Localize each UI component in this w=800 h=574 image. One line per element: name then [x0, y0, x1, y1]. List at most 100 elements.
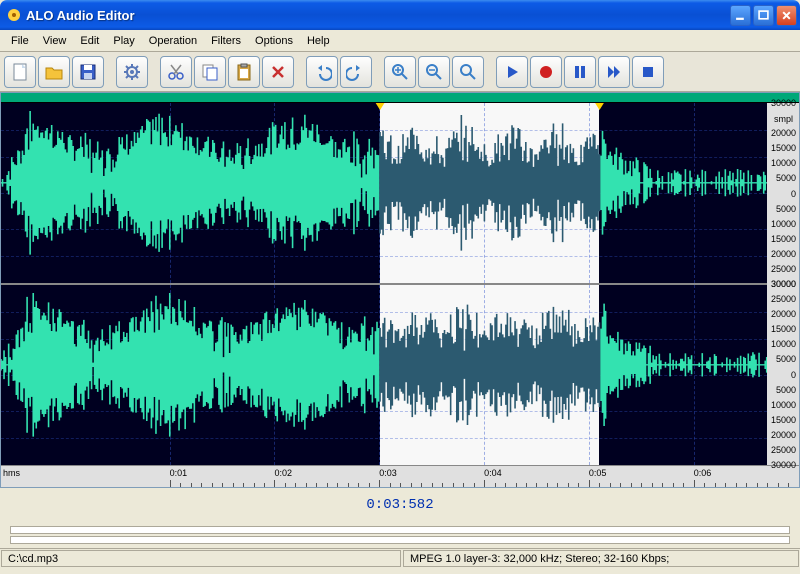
minimize-button[interactable] — [730, 5, 751, 26]
menu-file[interactable]: File — [4, 33, 36, 49]
pause-icon — [570, 62, 590, 82]
save-button[interactable] — [72, 56, 104, 88]
copy-button[interactable] — [194, 56, 226, 88]
status-file: C:\cd.mp3 — [1, 550, 401, 567]
amp-tick: 5000 — [776, 173, 796, 183]
channel-left[interactable] — [1, 103, 799, 285]
selection-handle-right[interactable] — [595, 103, 605, 110]
time-unit-label: hms — [3, 468, 20, 478]
playhead-position: 0:03:582 — [366, 497, 433, 513]
amp-tick: 30000 — [771, 98, 796, 108]
cut-icon — [166, 62, 186, 82]
amplitude-unit-label: smpl — [770, 113, 797, 125]
amp-tick: 15000 — [771, 415, 796, 425]
close-button[interactable] — [776, 5, 797, 26]
time-tick: 0:02 — [274, 468, 292, 478]
amp-tick: 0 — [791, 370, 796, 380]
selection-handle-left[interactable] — [375, 103, 385, 110]
stop-button[interactable] — [632, 56, 664, 88]
amp-tick: 20000 — [771, 249, 796, 259]
play-button[interactable] — [496, 56, 528, 88]
amp-tick: 10000 — [771, 158, 796, 168]
pause-button[interactable] — [564, 56, 596, 88]
save-icon — [78, 62, 98, 82]
zoom-in-button[interactable] — [384, 56, 416, 88]
channel-right[interactable] — [1, 285, 799, 465]
fwd-button[interactable] — [598, 56, 630, 88]
menu-options[interactable]: Options — [248, 33, 300, 49]
position-display: 0:03:582 — [0, 488, 800, 522]
amp-tick: 30000 — [771, 279, 796, 289]
zoom-in-icon — [390, 62, 410, 82]
new-button[interactable] — [4, 56, 36, 88]
delete-button[interactable] — [262, 56, 294, 88]
zoom-fit-icon — [458, 62, 478, 82]
amp-tick: 30000 — [771, 460, 796, 470]
app-icon — [6, 7, 22, 23]
time-tick: 0:05 — [589, 468, 607, 478]
statusbar: C:\cd.mp3 MPEG 1.0 layer-3: 32,000 kHz; … — [0, 548, 800, 568]
menu-filters[interactable]: Filters — [204, 33, 248, 49]
open-icon — [44, 62, 64, 82]
play-icon — [502, 62, 522, 82]
amp-tick: 25000 — [771, 445, 796, 455]
menu-operation[interactable]: Operation — [142, 33, 204, 49]
fwd-icon — [604, 62, 624, 82]
amp-tick: 25000 — [771, 294, 796, 304]
amp-tick: 5000 — [776, 385, 796, 395]
record-icon — [536, 62, 556, 82]
paste-icon — [234, 62, 254, 82]
zoom-out-icon — [424, 62, 444, 82]
maximize-button[interactable] — [753, 5, 774, 26]
slider-area — [0, 522, 800, 548]
cut-button[interactable] — [160, 56, 192, 88]
paste-button[interactable] — [228, 56, 260, 88]
record-button[interactable] — [530, 56, 562, 88]
scroll-slider[interactable] — [10, 526, 790, 534]
settings-icon — [122, 62, 142, 82]
zoom-fit-button[interactable] — [452, 56, 484, 88]
toolbar — [0, 52, 800, 92]
amp-tick: 15000 — [771, 143, 796, 153]
new-icon — [10, 62, 30, 82]
overview-strip[interactable] — [1, 93, 799, 103]
titlebar: ALO Audio Editor — [0, 0, 800, 30]
menu-play[interactable]: Play — [106, 33, 141, 49]
redo-icon — [346, 62, 366, 82]
menu-edit[interactable]: Edit — [73, 33, 106, 49]
menu-help[interactable]: Help — [300, 33, 337, 49]
amplitude-axis: 30000 25000 20000 15000 10000 5000 0 5000 10000 1… — [767, 103, 799, 465]
amp-tick: 5000 — [776, 204, 796, 214]
undo-button[interactable] — [306, 56, 338, 88]
copy-icon — [200, 62, 220, 82]
amp-tick: 10000 — [771, 400, 796, 410]
settings-button[interactable] — [116, 56, 148, 88]
amp-tick: 10000 — [771, 219, 796, 229]
amp-tick: 20000 — [771, 309, 796, 319]
time-tick: 0:03 — [379, 468, 397, 478]
delete-icon — [268, 62, 288, 82]
redo-button[interactable] — [340, 56, 372, 88]
status-format: MPEG 1.0 layer-3: 32,000 kHz; Stereo; 32… — [403, 550, 799, 567]
menubar: FileViewEditPlayOperationFiltersOptionsH… — [0, 30, 800, 52]
amp-tick: 10000 — [771, 339, 796, 349]
stop-icon — [638, 62, 658, 82]
waveform-editor: smpl 30000 25000 20000 15000 10000 5000 0 5000 1… — [0, 92, 800, 488]
zoom-slider[interactable] — [10, 536, 790, 544]
zoom-out-button[interactable] — [418, 56, 450, 88]
time-tick: 0:01 — [170, 468, 188, 478]
amp-tick: 5000 — [776, 354, 796, 364]
amp-tick: 0 — [791, 189, 796, 199]
open-button[interactable] — [38, 56, 70, 88]
time-tick: 0:06 — [694, 468, 712, 478]
amp-tick: 25000 — [771, 264, 796, 274]
undo-icon — [312, 62, 332, 82]
channels: smpl 30000 25000 20000 15000 10000 5000 0 5000 1… — [1, 103, 799, 465]
time-ruler[interactable]: hms 0:01 0:02 0:03 0:04 0:05 0:06 — [1, 465, 799, 487]
window-title: ALO Audio Editor — [26, 8, 728, 23]
menu-view[interactable]: View — [36, 33, 74, 49]
amp-tick: 15000 — [771, 324, 796, 334]
amp-tick: 15000 — [771, 234, 796, 244]
time-tick: 0:04 — [484, 468, 502, 478]
amp-tick: 20000 — [771, 430, 796, 440]
